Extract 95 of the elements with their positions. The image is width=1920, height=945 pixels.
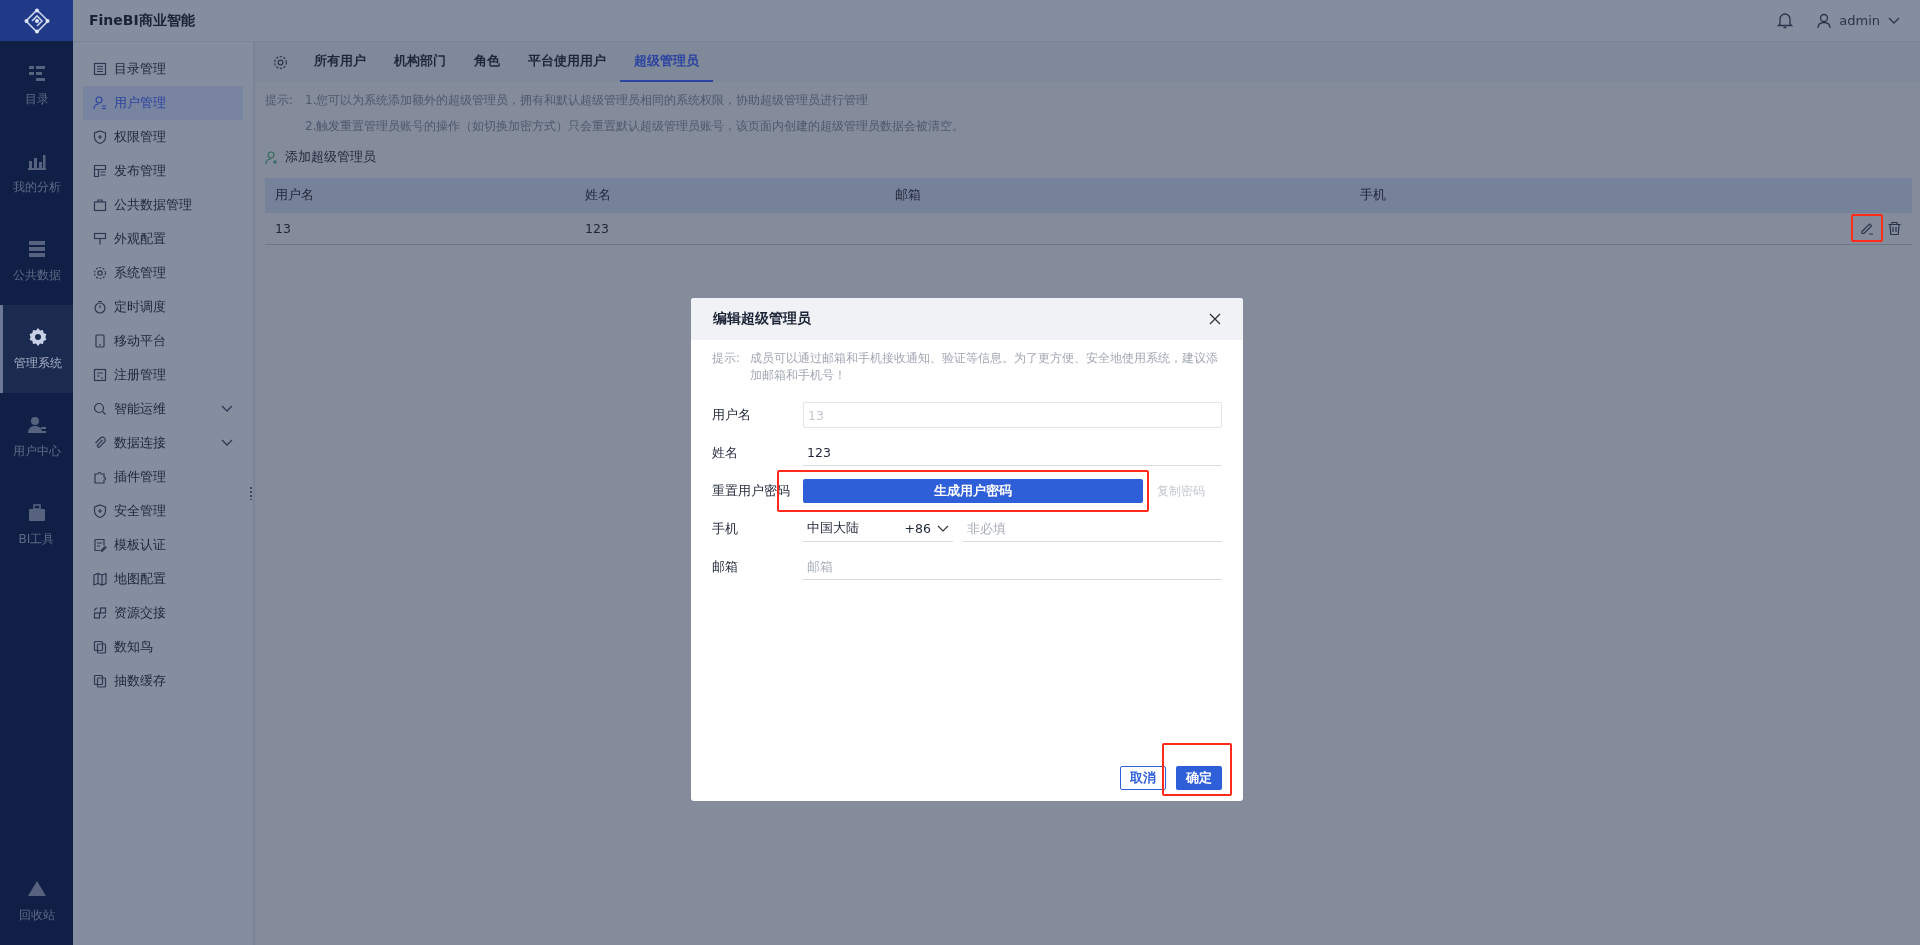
menu-item[interactable]: 目录管理: [83, 52, 243, 86]
rail-item[interactable]: BI工具: [0, 481, 73, 569]
tab[interactable]: 超级管理员: [620, 42, 713, 82]
menu-item[interactable]: 注册管理: [83, 358, 243, 392]
map-icon: [93, 572, 107, 586]
add-user-icon: [265, 150, 279, 165]
rail-item[interactable]: 管理系统: [0, 305, 73, 393]
trash-icon[interactable]: [1887, 220, 1902, 236]
tab[interactable]: 所有用户: [300, 42, 380, 82]
menu-item[interactable]: 抽数缓存: [83, 664, 243, 698]
bell-icon[interactable]: [1777, 12, 1794, 29]
rail-label: BI工具: [18, 530, 55, 548]
menu-item[interactable]: 地图配置: [83, 562, 243, 596]
settings-icon[interactable]: [273, 54, 288, 70]
field-label: 姓名: [712, 444, 739, 462]
rail-label: 目录: [24, 90, 49, 108]
timer-icon: [93, 300, 107, 314]
layout-icon: [93, 164, 107, 178]
column-header: 邮箱: [894, 186, 922, 204]
shield-icon: [93, 130, 107, 144]
menu-item[interactable]: 定时调度: [83, 290, 243, 324]
drag-handle-icon[interactable]: [249, 486, 253, 500]
copy-icon: [93, 640, 107, 654]
dialog-title: 编辑超级管理员: [713, 310, 811, 328]
toolbox-icon: [26, 502, 47, 523]
menu-item[interactable]: 权限管理: [83, 120, 243, 154]
rail-label: 回收站: [18, 906, 55, 924]
menu-item[interactable]: 公共数据管理: [83, 188, 243, 222]
shield-icon: [93, 504, 107, 518]
hint-label: 提示:: [712, 350, 740, 367]
add-admin-button[interactable]: 添加超级管理员: [265, 149, 376, 166]
rail-item[interactable]: 目录: [0, 41, 73, 129]
server-icon: [26, 238, 47, 259]
column-header: 姓名: [584, 186, 612, 204]
app-title: FineBI商业智能: [89, 11, 195, 30]
menu-item[interactable]: 外观配置: [83, 222, 243, 256]
gear-icon: [93, 266, 107, 280]
tab[interactable]: 平台使用用户: [514, 42, 620, 82]
menu-item[interactable]: 插件管理: [83, 460, 243, 494]
rail-item[interactable]: 公共数据: [0, 217, 73, 305]
confirm-button[interactable]: 确定: [1176, 766, 1222, 790]
puzzle-icon: [93, 470, 107, 484]
cancel-button[interactable]: 取消: [1120, 766, 1166, 790]
user-icon: [26, 414, 47, 435]
chevron-down-icon: [221, 405, 233, 413]
edit-icon[interactable]: [1859, 220, 1875, 236]
form-icon: [93, 368, 107, 382]
rail-label: 公共数据: [12, 266, 61, 284]
user-icon: [93, 96, 107, 110]
paperclip-icon: [93, 436, 107, 450]
chevron-down-icon: [937, 524, 949, 533]
user-menu[interactable]: admin: [1817, 12, 1900, 29]
generate-password-button[interactable]: 生成用户密码: [803, 479, 1143, 503]
rail-item[interactable]: 用户中心: [0, 393, 73, 481]
rail-item[interactable]: 我的分析: [0, 129, 73, 217]
close-icon[interactable]: [1209, 313, 1221, 325]
menu-item[interactable]: 系统管理: [83, 256, 243, 290]
menu-item[interactable]: 数知鸟: [83, 630, 243, 664]
hint-text: 成员可以通过邮箱和手机接收通知、验证等信息。为了更方便、安全地使用系统，建议添加邮箱和手机号！: [749, 350, 1219, 384]
grid-icon: [93, 606, 107, 620]
table-cell-text: 13: [274, 220, 292, 236]
table-cell-text: 123: [584, 220, 610, 236]
menu-item[interactable]: 安全管理: [83, 494, 243, 528]
brush-icon: [93, 232, 107, 246]
menu-item[interactable]: 数据连接: [83, 426, 243, 460]
chevron-down-icon: [1888, 16, 1900, 25]
field-label: 用户名: [712, 406, 752, 424]
rail-item[interactable]: 回收站: [0, 857, 73, 945]
copy-icon: [93, 674, 107, 688]
user-icon: [1817, 12, 1832, 29]
table-row[interactable]: 13 123: [265, 212, 1912, 245]
column-header: 手机: [1359, 186, 1387, 204]
gear-icon: [28, 326, 48, 347]
menu-item[interactable]: 模板认证: [83, 528, 243, 562]
search-icon: [93, 402, 107, 416]
region-select[interactable]: 中国大陆 +86: [803, 516, 953, 542]
chevron-down-icon: [221, 439, 233, 447]
briefcase-icon: [93, 198, 107, 212]
field-label: 手机: [712, 520, 739, 538]
tab[interactable]: 机构部门: [380, 42, 460, 82]
rail-label: 用户中心: [12, 442, 61, 460]
tab[interactable]: 角色: [460, 42, 514, 82]
rail-label: 我的分析: [12, 178, 61, 196]
column-header: 用户名: [274, 186, 315, 204]
menu-item[interactable]: 发布管理: [83, 154, 243, 188]
rail-label: 管理系统: [14, 354, 62, 372]
field-label: 邮箱: [712, 558, 739, 576]
menu-item[interactable]: 用户管理: [83, 86, 243, 120]
phone-icon: [93, 334, 107, 348]
document-icon: [93, 538, 107, 552]
network-logo-icon: [23, 7, 50, 34]
menu-item[interactable]: 资源交接: [83, 596, 243, 630]
menu-item[interactable]: 智能运维: [83, 392, 243, 426]
menu-item[interactable]: 移动平台: [83, 324, 243, 358]
list-icon: [93, 62, 107, 76]
